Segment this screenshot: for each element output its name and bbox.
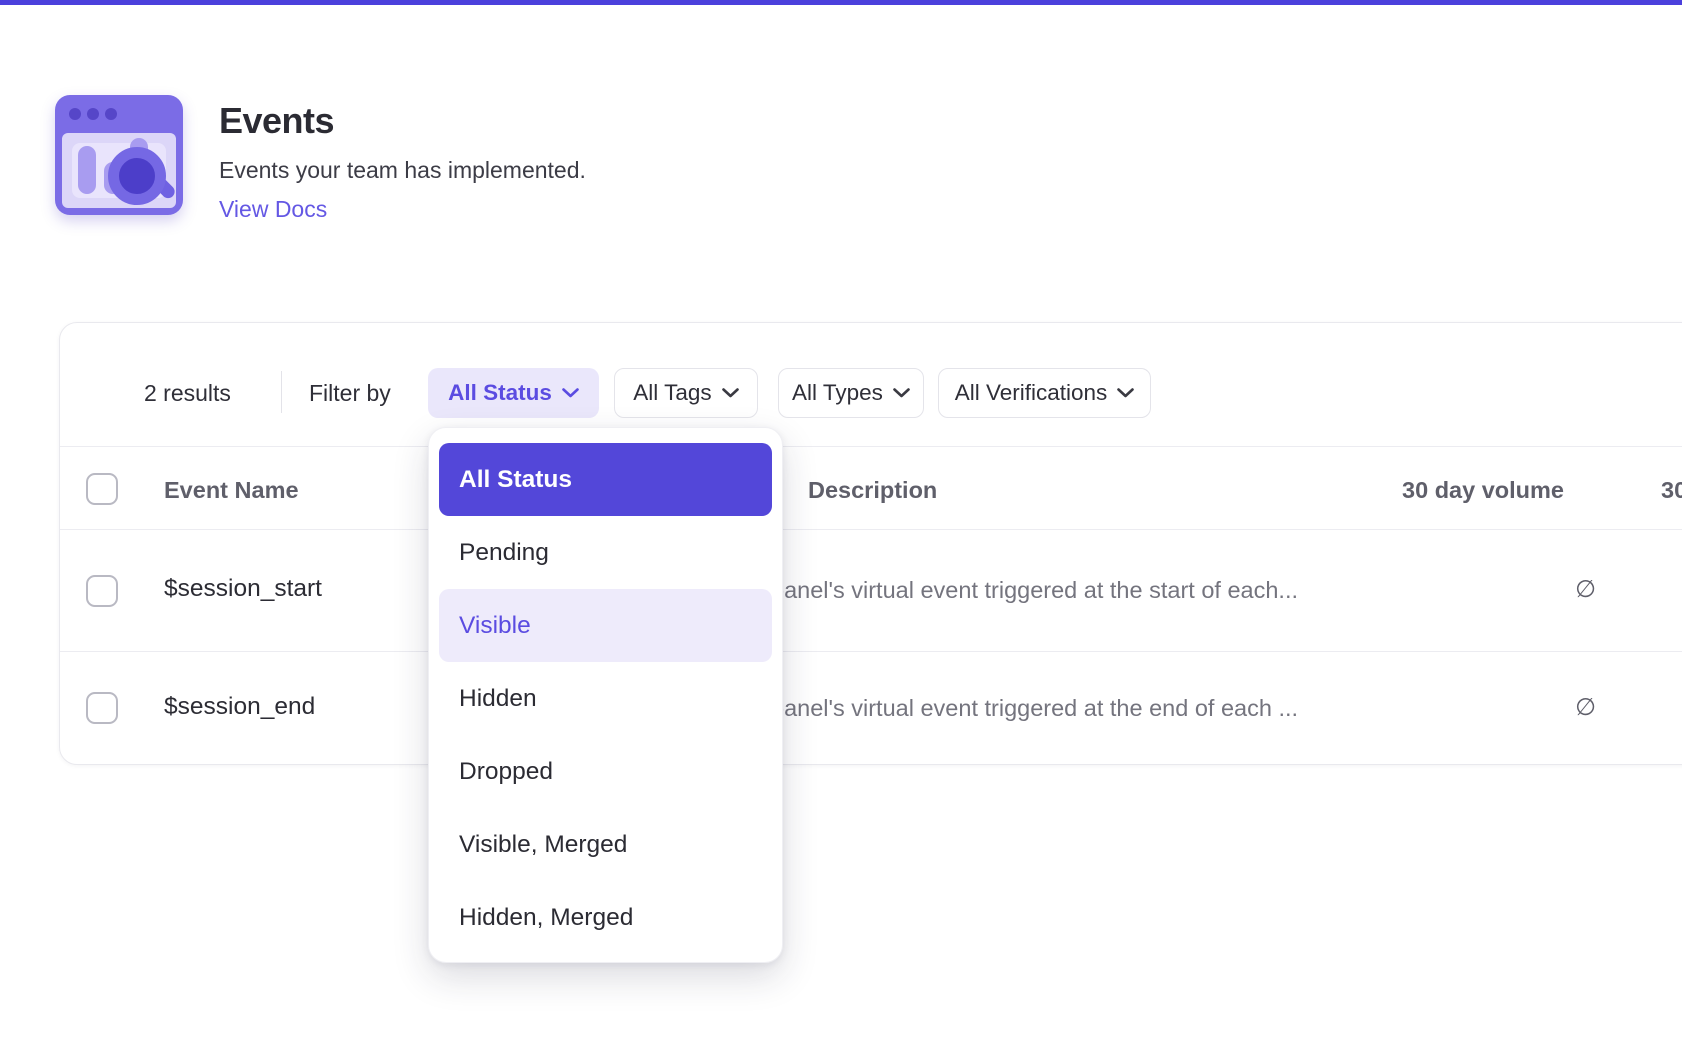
select-all-checkbox[interactable] [86, 473, 118, 505]
browser-analytics-icon [55, 95, 183, 215]
status-dropdown-menu: All Status Pending Visible Hidden Droppe… [428, 427, 783, 963]
event-30-day-volume: ∅ [1296, 693, 1596, 722]
chevron-down-icon [722, 388, 739, 398]
chevron-down-icon [1117, 388, 1134, 398]
column-header-event-name: Event Name [164, 477, 299, 504]
page-header: Events Events your team has implemented.… [55, 95, 586, 223]
filter-pill-all-status[interactable]: All Status [428, 368, 599, 418]
toolbar-divider [281, 371, 282, 413]
dropdown-item-hidden[interactable]: Hidden [439, 662, 772, 735]
event-30-day-volume: ∅ [1296, 575, 1596, 604]
filter-pill-label: All Tags [633, 380, 711, 406]
page-title: Events [219, 101, 586, 141]
window-body [62, 133, 176, 208]
event-description: panel's virtual event triggered at the e… [771, 695, 1298, 722]
row-checkbox[interactable] [86, 575, 118, 607]
filter-pill-label: All Types [792, 380, 883, 406]
results-count: 2 results [144, 380, 231, 407]
chevron-down-icon [893, 388, 910, 398]
row-checkbox[interactable] [86, 692, 118, 724]
column-header-cutoff: 30 d [1661, 477, 1682, 504]
filter-by-label: Filter by [309, 380, 391, 407]
chart-bar-icon [78, 146, 96, 194]
event-name: $session_start [164, 575, 322, 603]
dropdown-item-pending[interactable]: Pending [439, 516, 772, 589]
top-accent-bar [0, 0, 1682, 5]
column-header-30-day-volume: 30 day volume [1264, 477, 1564, 504]
filter-pill-label: All Status [448, 380, 552, 406]
chevron-down-icon [562, 388, 579, 398]
window-dot-icon [87, 108, 99, 120]
dropdown-item-all-status[interactable]: All Status [439, 443, 772, 516]
event-description: panel's virtual event triggered at the s… [771, 577, 1298, 604]
dropdown-item-visible[interactable]: Visible [439, 589, 772, 662]
dropdown-item-visible-merged[interactable]: Visible, Merged [439, 808, 772, 881]
dropdown-item-dropped[interactable]: Dropped [439, 735, 772, 808]
column-header-description: Description [808, 477, 937, 504]
window-dot-icon [69, 108, 81, 120]
divider [60, 651, 1682, 652]
event-name: $session_end [164, 693, 315, 721]
filter-pill-all-types[interactable]: All Types [778, 368, 924, 418]
filter-pill-label: All Verifications [955, 380, 1108, 406]
window-dot-icon [105, 108, 117, 120]
dropdown-item-hidden-merged[interactable]: Hidden, Merged [439, 881, 772, 954]
magnifier-icon [108, 147, 166, 205]
events-card: 2 results Filter by All Status All Tags … [59, 322, 1682, 765]
filter-pill-all-verifications[interactable]: All Verifications [938, 368, 1151, 418]
view-docs-link[interactable]: View Docs [219, 196, 586, 223]
divider [60, 529, 1682, 530]
divider [60, 446, 1682, 447]
filter-pill-all-tags[interactable]: All Tags [614, 368, 758, 418]
page-subtitle: Events your team has implemented. [219, 157, 586, 184]
